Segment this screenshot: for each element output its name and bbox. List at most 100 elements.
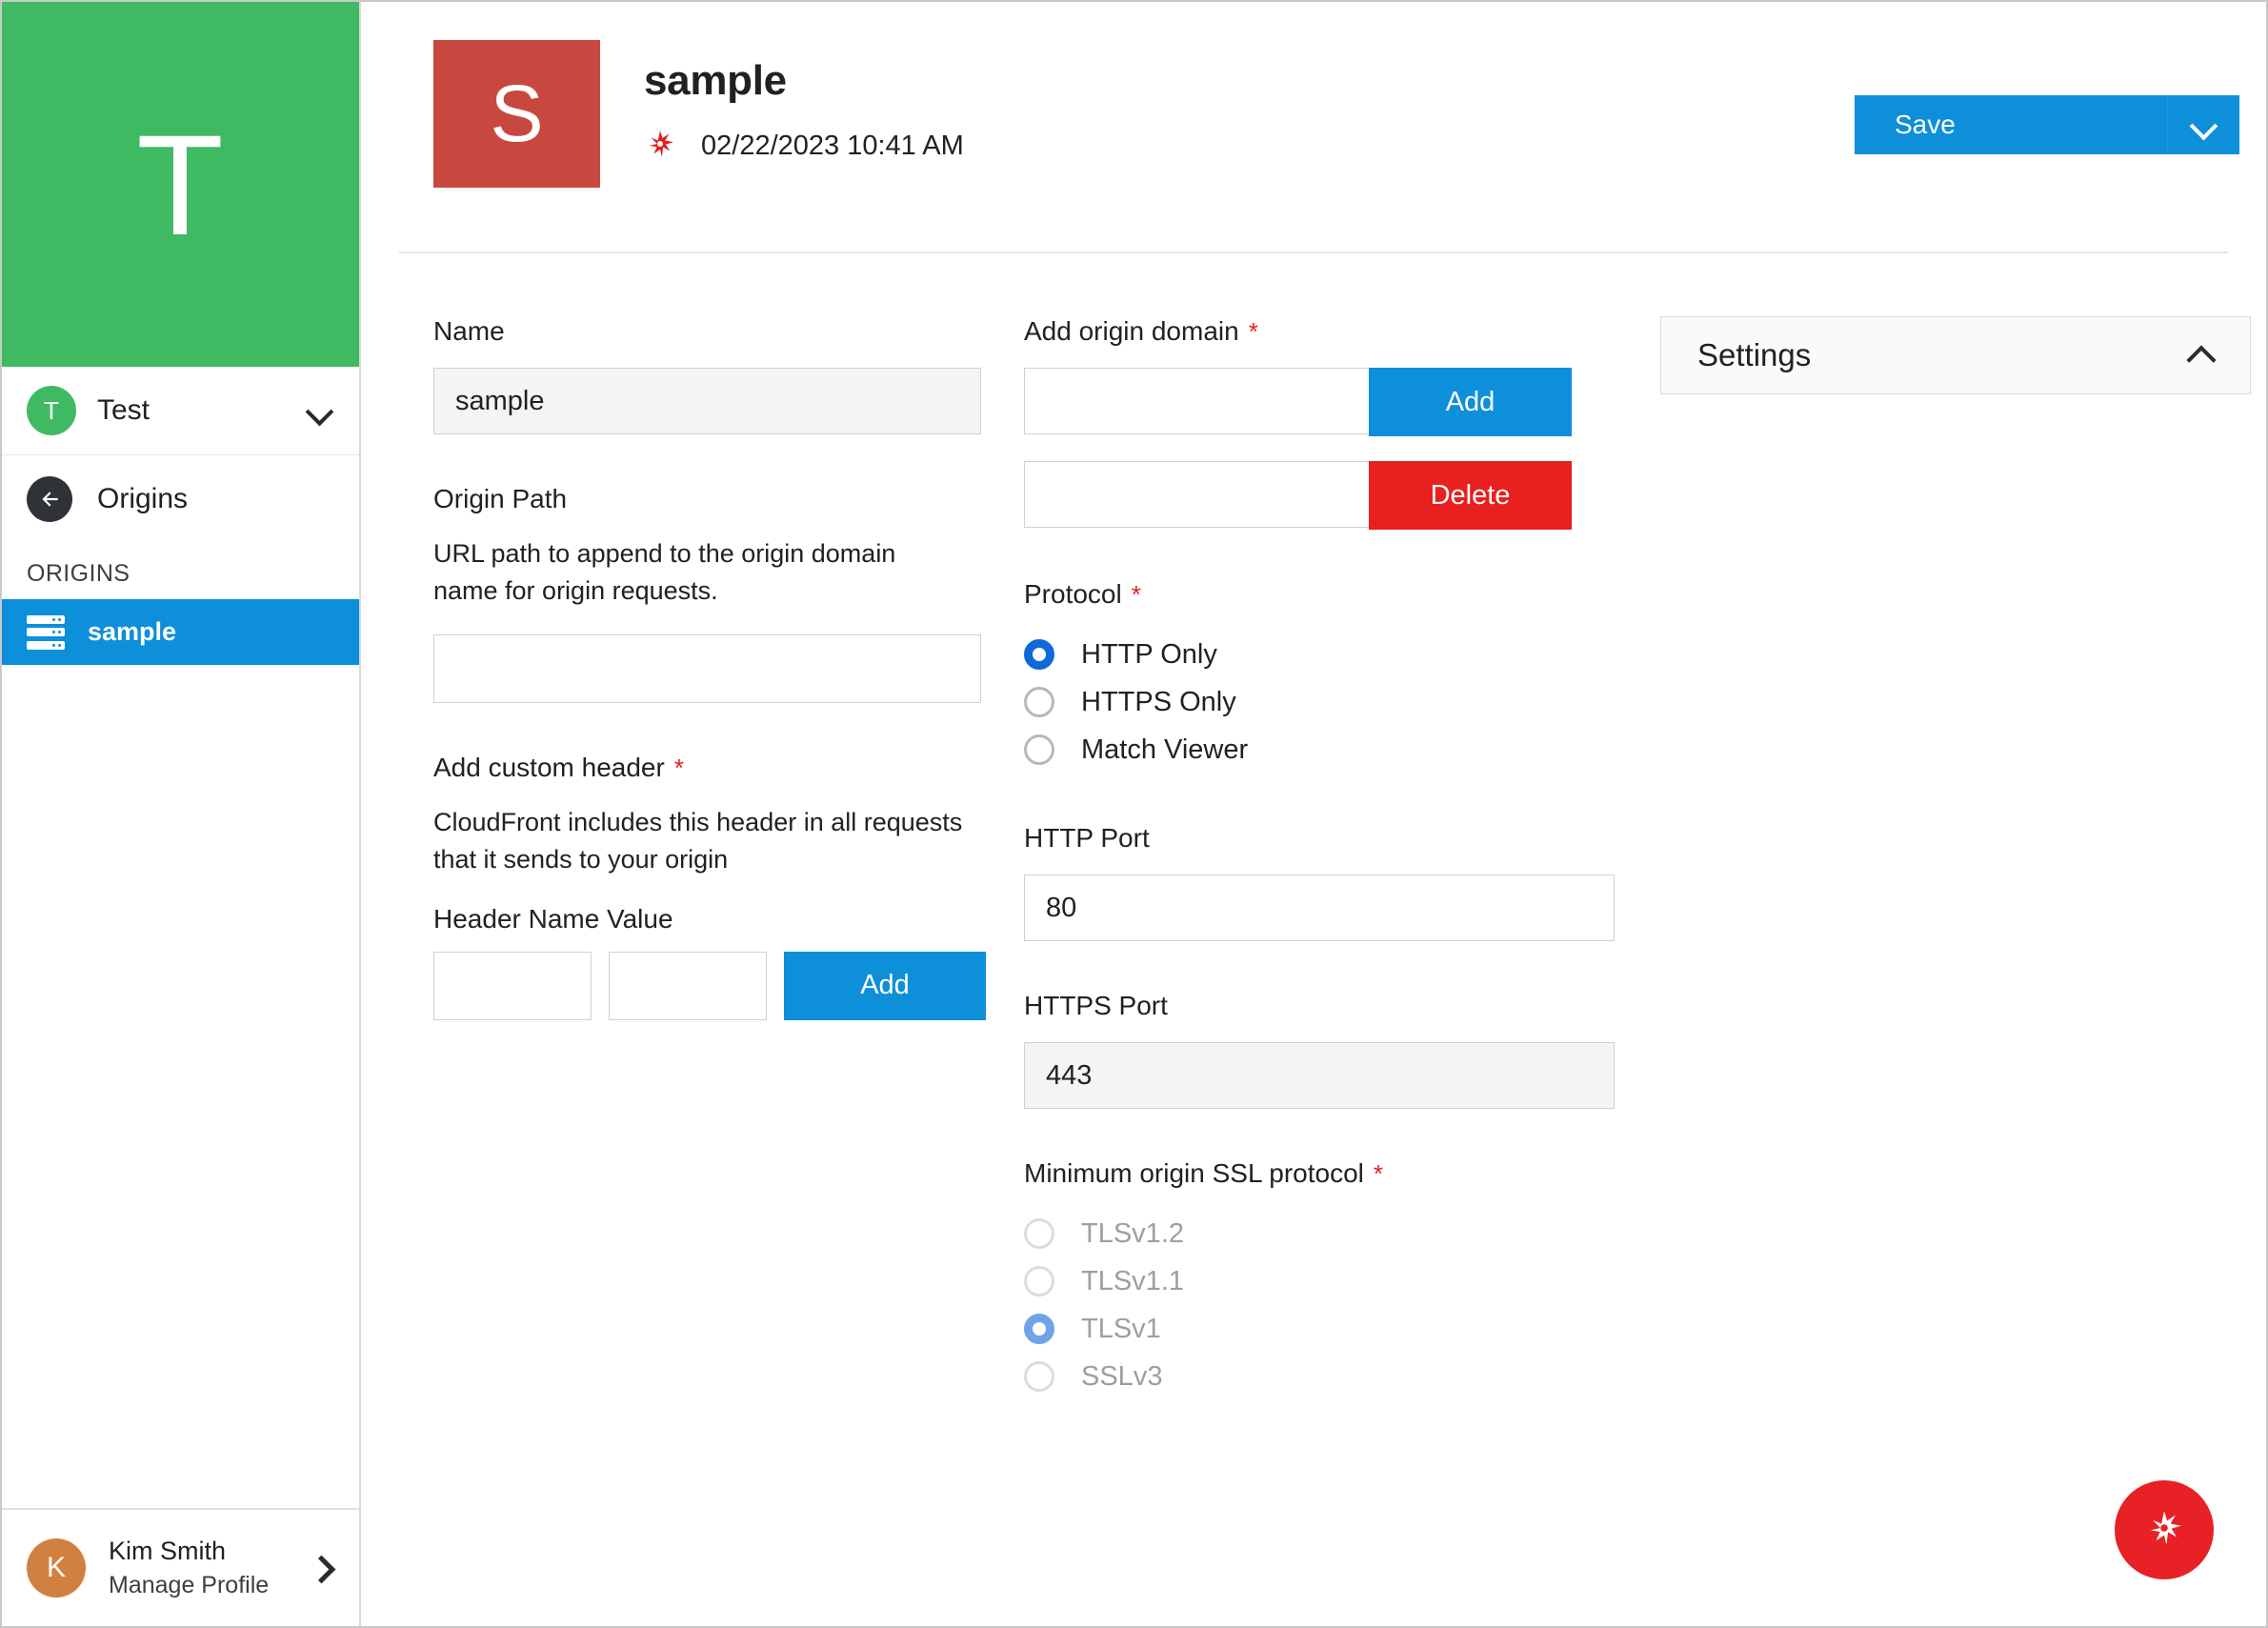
protocol-label: Protocol * xyxy=(1024,579,1615,610)
chevron-right-icon[interactable] xyxy=(310,1554,332,1582)
profile-text: Kim Smith Manage Profile xyxy=(109,1537,287,1599)
required-asterisk: * xyxy=(1373,1159,1384,1188)
header-name-label: Header Name xyxy=(433,903,600,934)
workspace-avatar: T xyxy=(27,386,76,435)
back-label: Origins xyxy=(97,483,189,514)
origin-path-help: URL path to append to the origin domain … xyxy=(433,539,896,606)
ssl-option-tlsv12: TLSv1.2 xyxy=(1024,1210,1615,1257)
profile-name: Kim Smith xyxy=(109,1537,227,1565)
ssl-option-tlsv11: TLSv1.1 xyxy=(1024,1257,1615,1305)
required-asterisk: * xyxy=(1248,317,1258,346)
chevron-down-icon[interactable] xyxy=(308,398,332,423)
origin-domain-label-text: Add origin domain xyxy=(1024,316,1239,346)
workspace-selector[interactable]: T Test xyxy=(2,367,359,455)
header-value-label: Value xyxy=(607,903,673,934)
protocol-option-label: HTTP Only xyxy=(1081,638,1217,670)
chevron-up-icon[interactable] xyxy=(2189,344,2216,367)
origin-path-label: Origin Path xyxy=(433,484,1024,514)
save-button-label: Save xyxy=(1895,110,1956,139)
custom-header-label: Add custom header * xyxy=(433,753,1024,783)
origin-domain-add-row: Add xyxy=(1024,368,1615,436)
chevron-down-icon xyxy=(2192,112,2217,137)
http-port-field-group: HTTP Port 80 xyxy=(1024,823,1615,941)
origin-domain-add-input[interactable] xyxy=(1024,368,1369,434)
ssl-option-sslv3: SSLv3 xyxy=(1024,1353,1615,1400)
settings-panel-title: Settings xyxy=(1697,337,1812,372)
required-asterisk: * xyxy=(1131,580,1141,609)
https-port-label: HTTPS Port xyxy=(1024,991,1615,1021)
arrow-left-circle-icon xyxy=(27,476,72,522)
meta-row: 02/22/2023 10:41 AM xyxy=(644,130,964,163)
ssl-option-label: TLSv1.2 xyxy=(1081,1217,1184,1249)
title-block: sample 02/22/2023 10:41 AM xyxy=(644,40,964,163)
column-right: Settings xyxy=(1660,316,2251,1450)
http-port-input[interactable]: 80 xyxy=(1024,874,1615,941)
brand-tile: T xyxy=(2,2,359,367)
custom-header-help: CloudFront includes this header in all r… xyxy=(433,808,963,874)
sparkle-icon xyxy=(646,130,674,163)
header-value-input[interactable] xyxy=(609,951,767,1020)
ssl-option-label: TLSv1.1 xyxy=(1081,1265,1184,1296)
sparkle-icon xyxy=(2146,1510,2182,1551)
https-port-field-group: HTTPS Port 443 xyxy=(1024,991,1615,1109)
document-tile-letter: S xyxy=(490,69,544,158)
delete-origin-domain-button[interactable]: Delete xyxy=(1369,461,1572,530)
custom-header-label-text: Add custom header xyxy=(433,753,665,783)
http-port-label: HTTP Port xyxy=(1024,823,1615,854)
main-content: S sample 02/22/2023 10:41 AM Save Name s… xyxy=(361,2,2266,1626)
radio-icon[interactable] xyxy=(1024,687,1054,717)
protocol-label-text: Protocol xyxy=(1024,579,1122,609)
https-port-label-text: HTTPS Port xyxy=(1024,991,1168,1020)
protocol-option-label: Match Viewer xyxy=(1081,734,1249,765)
manage-profile-link[interactable]: Manage Profile xyxy=(109,1572,287,1599)
protocol-option-match-viewer[interactable]: Match Viewer xyxy=(1024,726,1615,774)
sidebar-item-sample[interactable]: sample xyxy=(2,599,359,665)
brand-letter: T xyxy=(136,104,225,265)
save-button[interactable]: Save xyxy=(1855,95,2239,154)
ssl-protocol-label-text: Minimum origin SSL protocol xyxy=(1024,1158,1364,1188)
name-label-text: Name xyxy=(433,316,505,346)
sidebar: T T Test Origins ORIGINS sample K Kim Sm… xyxy=(2,2,361,1626)
origin-domain-delete-row: Delete xyxy=(1024,461,1615,530)
ssl-protocol-label: Minimum origin SSL protocol * xyxy=(1024,1158,1615,1189)
origin-domain-label: Add origin domain * xyxy=(1024,316,1615,347)
origin-domain-field-group: Add origin domain * Add Delete xyxy=(1024,316,1615,530)
radio-icon xyxy=(1024,1218,1054,1249)
name-label: Name xyxy=(433,316,1024,347)
radio-icon xyxy=(1024,1361,1054,1392)
assistant-fab-button[interactable] xyxy=(2115,1480,2214,1579)
protocol-option-http-only[interactable]: HTTP Only xyxy=(1024,631,1615,678)
name-field-group: Name sample xyxy=(433,316,1024,434)
radio-icon xyxy=(1024,1314,1054,1344)
name-input[interactable]: sample xyxy=(433,368,981,434)
protocol-field-group: Protocol * HTTP Only HTTPS Only Match Vi… xyxy=(1024,579,1615,774)
sidebar-section-origins: ORIGINS xyxy=(27,560,130,587)
protocol-option-https-only[interactable]: HTTPS Only xyxy=(1024,678,1615,726)
https-port-input[interactable]: 443 xyxy=(1024,1042,1615,1109)
ssl-option-label: SSLv3 xyxy=(1081,1360,1163,1392)
custom-header-column-labels: Header Name Value xyxy=(433,904,1024,935)
http-port-label-text: HTTP Port xyxy=(1024,823,1150,853)
document-tile: S xyxy=(433,40,600,188)
add-origin-domain-button[interactable]: Add xyxy=(1369,368,1572,436)
back-to-origins-button[interactable]: Origins xyxy=(2,455,359,543)
profile-row[interactable]: K Kim Smith Manage Profile xyxy=(2,1508,359,1626)
origin-path-input[interactable] xyxy=(433,634,981,704)
origin-domain-delete-input[interactable] xyxy=(1024,461,1369,528)
add-custom-header-button[interactable]: Add xyxy=(784,951,986,1020)
page-title: sample xyxy=(644,57,787,104)
avatar: K xyxy=(27,1538,86,1598)
form-columns: Name sample Origin Path URL path to appe… xyxy=(361,253,2266,1450)
radio-icon[interactable] xyxy=(1024,639,1054,670)
column-middle: Add origin domain * Add Delete Protocol … xyxy=(1024,316,1615,1450)
column-left: Name sample Origin Path URL path to appe… xyxy=(433,316,1024,1450)
settings-panel[interactable]: Settings xyxy=(1660,316,2251,394)
custom-header-inputs: Add xyxy=(433,951,1024,1020)
save-dropdown-toggle[interactable] xyxy=(2167,95,2239,154)
header-name-input[interactable] xyxy=(433,951,592,1020)
origin-path-field-group: Origin Path URL path to append to the or… xyxy=(433,484,1024,704)
timestamp: 02/22/2023 10:41 AM xyxy=(701,131,964,161)
ssl-option-label: TLSv1 xyxy=(1081,1313,1161,1344)
radio-icon[interactable] xyxy=(1024,734,1054,765)
